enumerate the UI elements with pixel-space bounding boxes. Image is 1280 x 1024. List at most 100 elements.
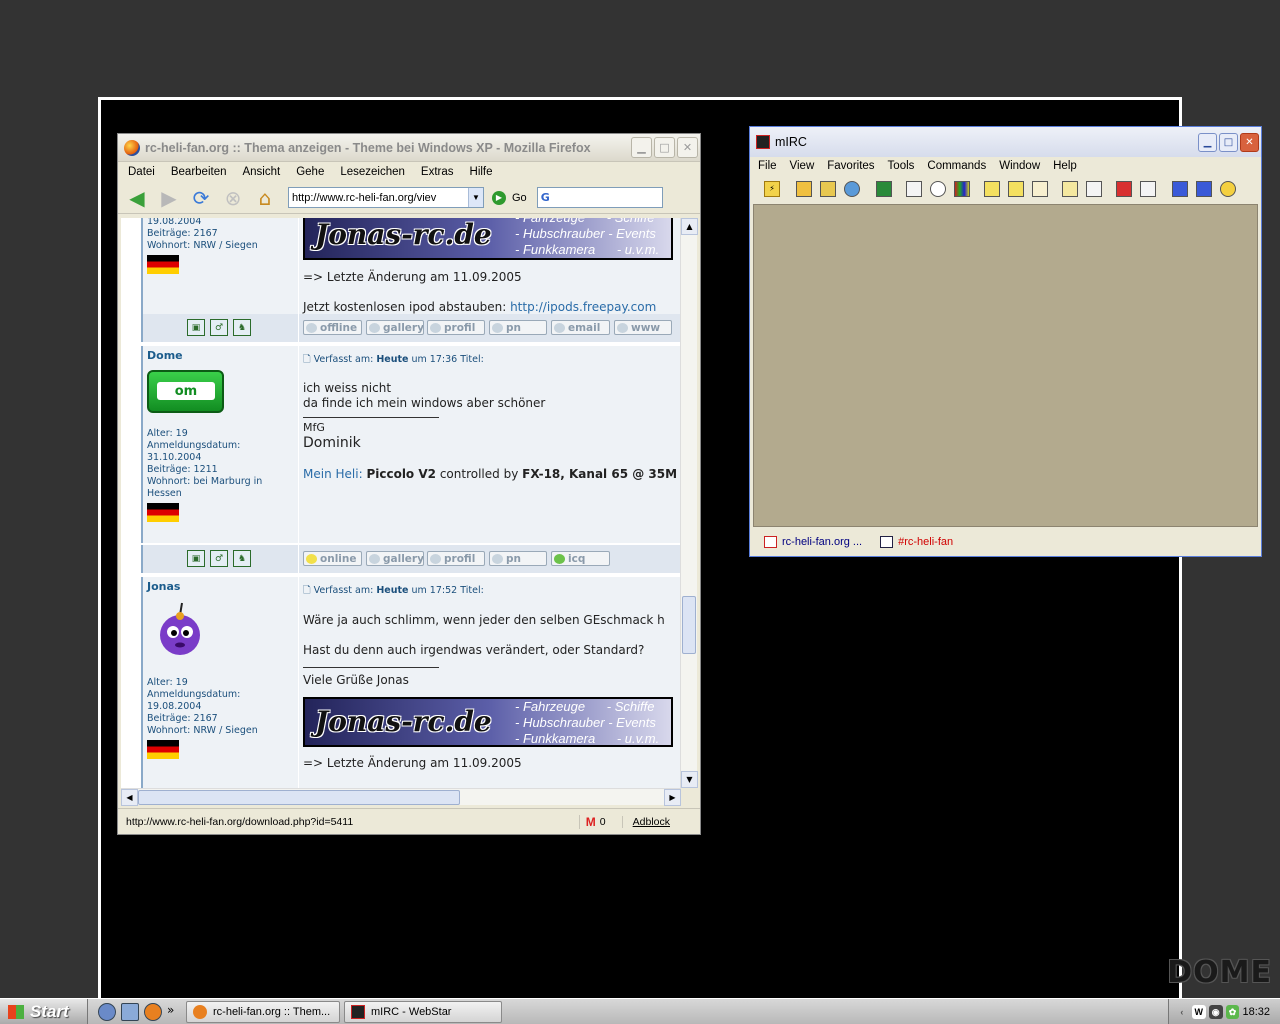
gallery-button[interactable]: gallery — [366, 551, 424, 566]
reload-icon[interactable]: ⟳ — [188, 185, 214, 211]
menu-help[interactable]: Help — [1053, 160, 1077, 172]
colors-icon[interactable] — [954, 181, 970, 197]
urls-list-icon[interactable] — [1140, 181, 1156, 197]
ie-icon[interactable] — [98, 1002, 116, 1021]
horizontal-scroll-thumb[interactable] — [138, 789, 460, 805]
log-viewer-icon[interactable] — [1062, 181, 1078, 197]
menu-extras[interactable]: Extras — [421, 166, 454, 178]
show-desktop-icon[interactable] — [121, 1002, 139, 1021]
firefox-quicklaunch-icon[interactable] — [144, 1002, 162, 1021]
gallery-button[interactable]: gallery — [366, 320, 424, 335]
firefox-titlebar[interactable]: rc-heli-fan.org :: Thema anzeigen - Them… — [118, 134, 700, 162]
email-button[interactable]: email — [551, 320, 610, 335]
scroll-right-icon[interactable]: ▶ — [664, 788, 681, 806]
signature-banner[interactable]: Jonas-rc.de - Fahrzeuge - Schiffe - Hubs… — [303, 218, 673, 260]
menu-gehe[interactable]: Gehe — [296, 166, 324, 178]
scroll-down-icon[interactable]: ▼ — [681, 771, 698, 788]
heli-line: Mein Heli: Piccolo V2 controlled by FX-1… — [303, 467, 677, 482]
mirc-titlebar[interactable]: mIRC ▁ □ ✕ — [750, 127, 1261, 157]
menu-commands[interactable]: Commands — [927, 160, 986, 172]
task-mirc[interactable]: mIRC - WebStar — [344, 1000, 502, 1023]
task-firefox[interactable]: rc-heli-fan.org :: Them... — [186, 1000, 340, 1023]
mirc-window[interactable]: mIRC ▁ □ ✕ File View Favorites Tools Com… — [749, 126, 1262, 557]
received-files-icon[interactable] — [1086, 181, 1102, 197]
chevron-icon[interactable]: » — [167, 1003, 177, 1021]
profil-button[interactable]: profil — [427, 320, 485, 335]
menu-view[interactable]: View — [790, 160, 815, 172]
tile-windows-icon[interactable] — [1172, 181, 1188, 197]
timer-icon[interactable] — [930, 181, 946, 197]
tray-w-icon[interactable]: W — [1191, 1005, 1206, 1019]
help-icon[interactable] — [1220, 181, 1236, 197]
www-button[interactable]: www — [614, 320, 672, 335]
options-icon[interactable] — [796, 181, 812, 197]
ipod-link[interactable]: http://ipods.freepay.com — [510, 300, 656, 314]
maximize-button[interactable]: □ — [1219, 132, 1238, 152]
menu-hilfe[interactable]: Hilfe — [470, 166, 493, 178]
minimize-button[interactable]: ▁ — [1198, 132, 1217, 152]
menu-lesezeichen[interactable]: Lesezeichen — [340, 166, 405, 178]
last-change-text: => Letzte Änderung am 11.09.2005 — [303, 270, 522, 284]
vertical-scroll-thumb[interactable] — [682, 596, 696, 654]
scripts-editor-icon[interactable] — [1116, 181, 1132, 197]
post-document-icon: 🗋 — [303, 354, 311, 365]
go-button[interactable]: ▶ Go — [492, 190, 527, 205]
username-jonas[interactable]: Jonas — [147, 580, 180, 593]
gmail-notifier[interactable]: M0 — [578, 814, 606, 829]
banner-line: - Hubschrauber - Events — [515, 226, 656, 241]
gallery-small-icon[interactable]: ▣ — [187, 550, 205, 567]
home-icon[interactable]: ⌂ — [252, 185, 278, 211]
menu-window[interactable]: Window — [999, 160, 1040, 172]
mirc-workspace[interactable] — [753, 204, 1258, 527]
horse-icon: ♞ — [233, 550, 251, 567]
cascade-windows-icon[interactable] — [1196, 181, 1212, 197]
url-dropdown-icon[interactable]: ▼ — [468, 188, 483, 207]
switchbar-status-window[interactable]: rc-heli-fan.org ... — [764, 536, 862, 548]
tray-steam-icon[interactable]: ◉ — [1208, 1005, 1223, 1019]
horizontal-scrollbar[interactable]: ◀ ▶ — [121, 788, 681, 806]
dcc-options-icon[interactable] — [1032, 181, 1048, 197]
tray-arrow-icon[interactable]: ‹ — [1175, 1005, 1189, 1019]
menu-bearbeiten[interactable]: Bearbeiten — [171, 166, 227, 178]
stop-icon[interactable]: ⊗ — [220, 185, 246, 211]
gallery-small-icon[interactable]: ▣ — [187, 319, 205, 336]
close-button[interactable]: ✕ — [1240, 132, 1259, 152]
minimize-button[interactable]: ▁ — [631, 137, 652, 158]
back-arrow-icon[interactable]: ◀ — [124, 185, 150, 211]
profil-button[interactable]: profil — [427, 551, 485, 566]
address-book-icon[interactable] — [876, 181, 892, 197]
menu-file[interactable]: File — [758, 160, 777, 172]
dcc-send-icon[interactable] — [984, 181, 1000, 197]
menu-favorites[interactable]: Favorites — [827, 160, 874, 172]
connect-icon[interactable]: ⚡ — [764, 181, 780, 197]
pn-button[interactable]: pn — [489, 551, 547, 566]
search-input[interactable]: G — [536, 187, 663, 208]
dcc-chat-icon[interactable] — [1008, 181, 1024, 197]
globe-icon[interactable] — [844, 181, 860, 197]
start-button[interactable]: Start — [0, 998, 88, 1024]
scroll-left-icon[interactable]: ◀ — [121, 788, 138, 806]
notify-list-icon[interactable] — [906, 181, 922, 197]
menu-tools[interactable]: Tools — [888, 160, 915, 172]
tray-icq-icon[interactable]: ✿ — [1225, 1005, 1240, 1019]
mirc-switchbar: rc-heli-fan.org ... #rc-heli-fan — [750, 531, 971, 553]
menu-ansicht[interactable]: Ansicht — [242, 166, 280, 178]
status-offline-button[interactable]: offline — [303, 320, 362, 335]
icq-button[interactable]: icq — [551, 551, 610, 566]
adblock-button[interactable]: Adblock — [621, 815, 670, 828]
switchbar-channel[interactable]: #rc-heli-fan — [880, 536, 953, 548]
status-online-button[interactable]: online — [303, 551, 362, 566]
vertical-scrollbar[interactable]: ▲ ▼ — [680, 218, 698, 788]
signature-banner[interactable]: Jonas-rc.de - Fahrzeuge - Schiffe - Hubs… — [303, 697, 673, 747]
scroll-up-icon[interactable]: ▲ — [681, 218, 698, 235]
close-button[interactable]: ✕ — [677, 137, 698, 158]
firefox-window[interactable]: rc-heli-fan.org :: Thema anzeigen - Them… — [117, 133, 701, 835]
channels-list-icon[interactable] — [820, 181, 836, 197]
menu-datei[interactable]: Datei — [128, 166, 155, 178]
maximize-button[interactable]: □ — [654, 137, 675, 158]
german-flag-icon — [147, 503, 179, 522]
url-input[interactable]: http://www.rc-heli-fan.org/viev ▼ — [288, 187, 484, 208]
forward-arrow-icon[interactable]: ▶ — [156, 185, 182, 211]
pn-button[interactable]: pn — [489, 320, 547, 335]
username-dome[interactable]: Dome — [147, 349, 183, 362]
